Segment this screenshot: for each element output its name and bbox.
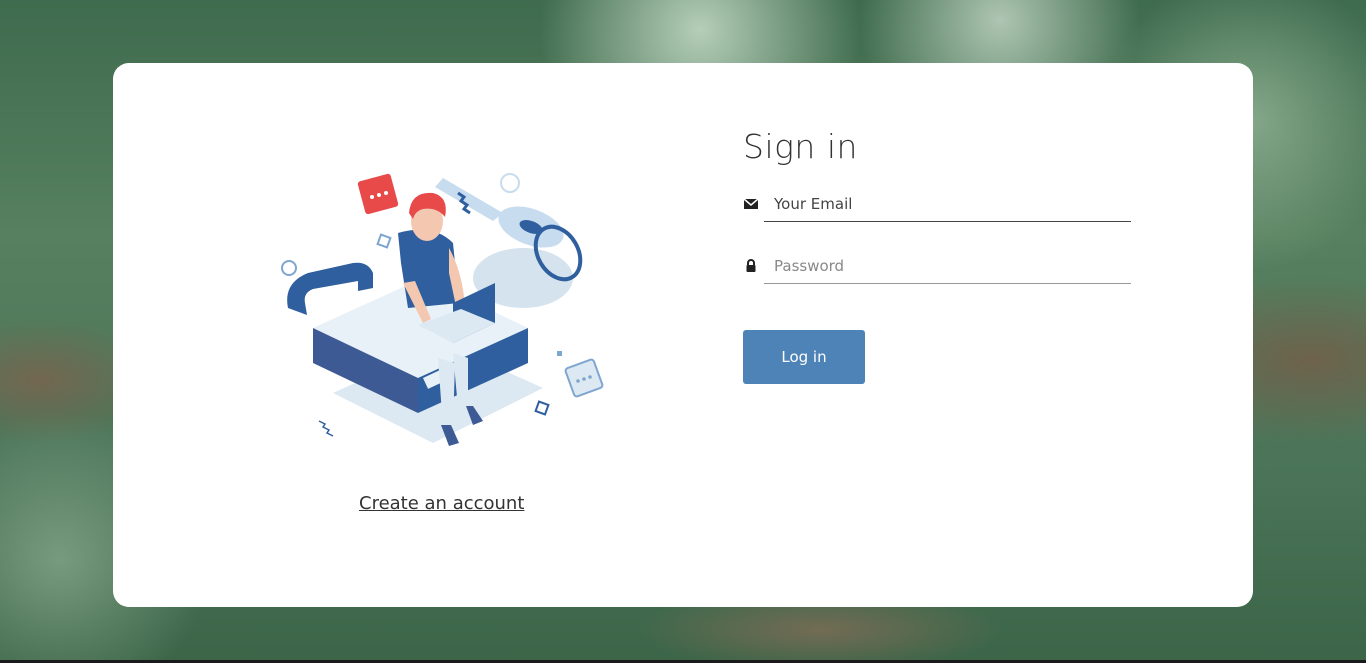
envelope-icon: [743, 198, 759, 209]
password-input[interactable]: [764, 248, 1131, 284]
lock-icon: [746, 259, 756, 272]
password-field-group: [743, 248, 1143, 288]
page-background: Create an account Sign in Log in: [0, 0, 1366, 663]
create-account-link[interactable]: Create an account: [359, 493, 524, 514]
signin-title: Sign in: [743, 127, 858, 166]
signin-form: Sign in Log in: [743, 127, 1143, 384]
security-illustration: [281, 173, 604, 446]
login-card: Create an account Sign in Log in: [113, 63, 1253, 607]
login-button[interactable]: Log in: [743, 330, 865, 384]
email-field-group: [743, 186, 1143, 226]
email-input[interactable]: [764, 186, 1131, 222]
